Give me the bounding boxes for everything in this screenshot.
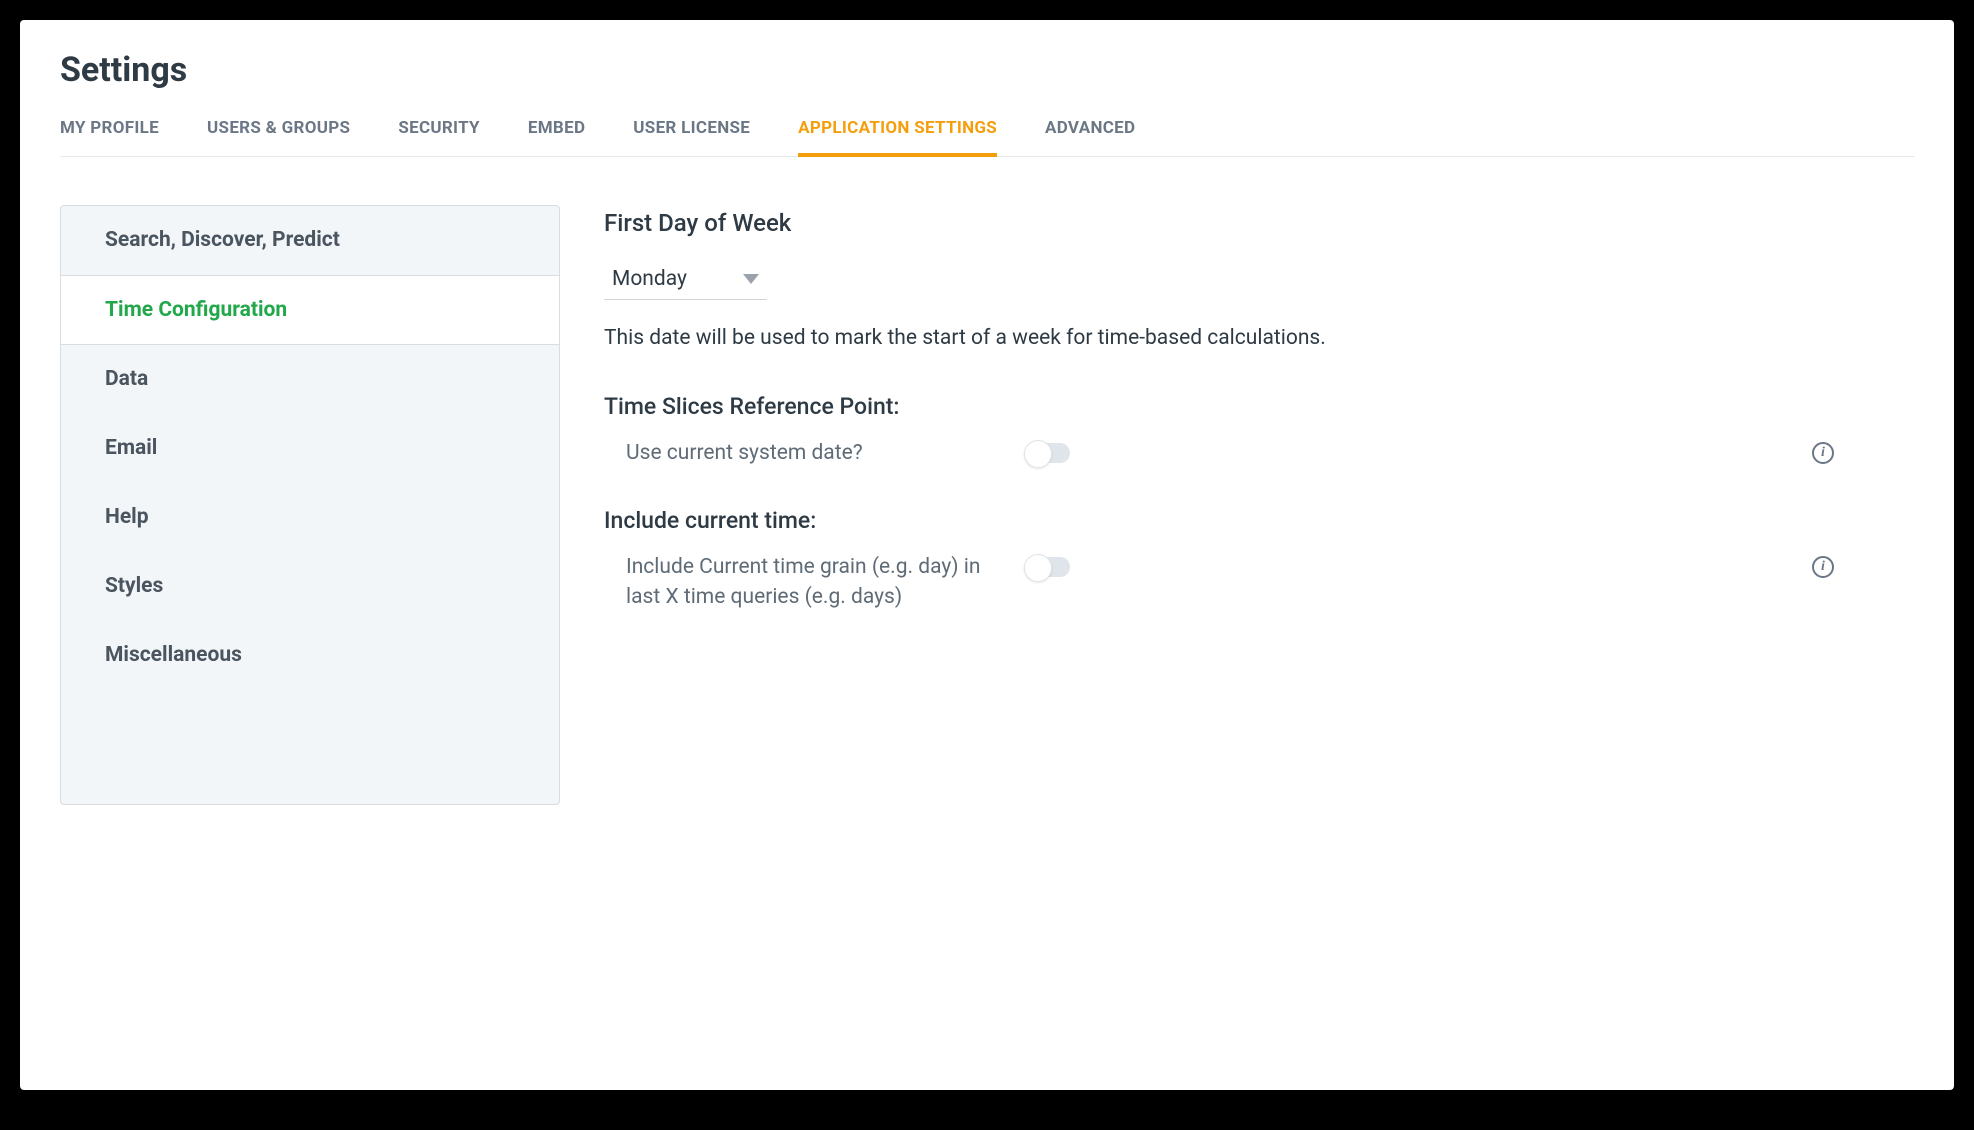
first-day-select[interactable]: Monday: [604, 261, 767, 300]
page-title: Settings: [60, 50, 1914, 90]
tab-user-license[interactable]: USER LICENSE: [633, 112, 750, 156]
include-current-label: Include Current time grain (e.g. day) in…: [626, 552, 1006, 613]
sidebar-item-miscellaneous[interactable]: Miscellaneous: [61, 621, 559, 690]
tab-advanced[interactable]: ADVANCED: [1045, 112, 1135, 156]
tab-security[interactable]: SECURITY: [398, 112, 480, 156]
chevron-down-icon: [743, 274, 759, 284]
sidebar-item-time-configuration[interactable]: Time Configuration: [61, 275, 559, 345]
include-current-heading: Include current time:: [604, 507, 1914, 534]
time-slices-label: Use current system date?: [626, 438, 1006, 468]
first-day-help-text: This date will be used to mark the start…: [604, 324, 1914, 353]
tab-application-settings[interactable]: APPLICATION SETTINGS: [798, 112, 997, 156]
sidebar-item-email[interactable]: Email: [61, 414, 559, 483]
settings-main: First Day of Week Monday This date will …: [604, 205, 1914, 805]
time-slices-heading: Time Slices Reference Point:: [604, 393, 1914, 420]
include-current-row: Include Current time grain (e.g. day) in…: [604, 552, 1914, 613]
settings-tabs: MY PROFILE USERS & GROUPS SECURITY EMBED…: [60, 112, 1914, 157]
first-day-select-value: Monday: [612, 267, 687, 291]
time-slices-row: Use current system date? i: [604, 438, 1914, 468]
tab-users-groups[interactable]: USERS & GROUPS: [207, 112, 350, 156]
tab-my-profile[interactable]: MY PROFILE: [60, 112, 159, 156]
time-slices-toggle[interactable]: [1026, 443, 1070, 463]
tab-embed[interactable]: EMBED: [528, 112, 585, 156]
sidebar-item-data[interactable]: Data: [61, 345, 559, 414]
include-current-toggle[interactable]: [1026, 557, 1070, 577]
sidebar-item-help[interactable]: Help: [61, 483, 559, 552]
first-day-heading: First Day of Week: [604, 209, 1914, 237]
sidebar-item-styles[interactable]: Styles: [61, 552, 559, 621]
info-icon[interactable]: i: [1812, 556, 1834, 578]
settings-sidebar: Search, Discover, Predict Time Configura…: [60, 205, 560, 805]
sidebar-item-search-discover-predict[interactable]: Search, Discover, Predict: [61, 206, 559, 275]
info-icon[interactable]: i: [1812, 442, 1834, 464]
